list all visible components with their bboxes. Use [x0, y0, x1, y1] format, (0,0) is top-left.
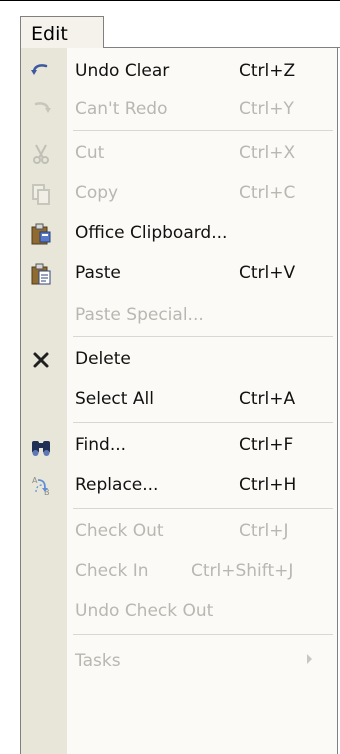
menu-item-undo-check-out[interactable]: Undo Check Out	[21, 594, 337, 630]
separator	[73, 508, 333, 509]
edit-menu-button[interactable]: Edit	[20, 16, 104, 48]
undo-clear-label: Undo Clear	[75, 61, 170, 81]
menu-item-paste-special[interactable]: Paste Special...	[21, 298, 337, 334]
check-out-label: Check Out	[75, 521, 164, 541]
paste-shortcut: Ctrl+V	[239, 263, 296, 283]
separator	[73, 422, 333, 423]
undo-icon	[26, 58, 56, 86]
find-shortcut: Ctrl+F	[239, 435, 294, 455]
menu-item-paste[interactable]: Paste Ctrl+V	[21, 256, 337, 292]
replace-icon: A B	[26, 472, 56, 500]
cant-redo-label: Can't Redo	[75, 99, 168, 119]
cant-redo-shortcut: Ctrl+Y	[239, 99, 294, 119]
edit-dropdown-menu: Undo Clear Ctrl+Z Can't Redo Ctrl+Y Cut …	[20, 48, 338, 754]
cut-label: Cut	[75, 143, 105, 163]
menu-item-tasks[interactable]: Tasks	[21, 644, 337, 680]
paste-icon	[26, 260, 56, 288]
select-all-label: Select All	[75, 389, 154, 409]
menu-item-cut[interactable]: Cut Ctrl+X	[21, 136, 337, 172]
top-border	[0, 0, 340, 1]
copy-shortcut: Ctrl+C	[239, 183, 296, 203]
delete-x-icon	[26, 346, 56, 374]
menu-item-cant-redo[interactable]: Can't Redo Ctrl+Y	[21, 92, 337, 128]
replace-shortcut: Ctrl+H	[239, 475, 297, 495]
find-label: Find...	[75, 435, 127, 455]
tasks-label: Tasks	[75, 651, 121, 671]
check-in-shortcut: Ctrl+Shift+J	[191, 561, 294, 581]
menu-item-check-in[interactable]: Check In Ctrl+Shift+J	[21, 554, 337, 590]
select-all-shortcut: Ctrl+A	[239, 389, 296, 409]
redo-icon	[26, 96, 56, 124]
cut-shortcut: Ctrl+X	[239, 143, 296, 163]
separator	[73, 634, 333, 635]
menu-item-replace[interactable]: A B Replace... Ctrl+H	[21, 468, 337, 504]
menu-item-undo-clear[interactable]: Undo Clear Ctrl+Z	[21, 54, 337, 90]
check-in-label: Check In	[75, 561, 149, 581]
copy-label: Copy	[75, 183, 119, 203]
menu-item-office-clipboard[interactable]: Office Clipboard...	[21, 216, 337, 252]
binoculars-icon	[26, 432, 56, 460]
menu-item-copy[interactable]: Copy Ctrl+C	[21, 176, 337, 212]
office-clipboard-label: Office Clipboard...	[75, 223, 228, 243]
undo-clear-shortcut: Ctrl+Z	[239, 61, 296, 81]
menu-item-select-all[interactable]: Select All Ctrl+A	[21, 382, 337, 418]
separator	[73, 130, 333, 131]
paste-label: Paste	[75, 263, 121, 283]
menu-item-check-out[interactable]: Check Out Ctrl+J	[21, 514, 337, 550]
scissors-icon	[26, 140, 56, 168]
undo-check-out-label: Undo Check Out	[75, 601, 214, 621]
separator	[73, 336, 333, 337]
menu-bar-background	[102, 16, 340, 48]
menu-item-find[interactable]: Find... Ctrl+F	[21, 428, 337, 464]
replace-label: Replace...	[75, 475, 159, 495]
svg-text:A: A	[32, 476, 38, 485]
submenu-arrow-icon	[307, 654, 312, 664]
menu-item-delete[interactable]: Delete	[21, 342, 337, 378]
edit-menu-screenshot: Edit Undo Clear Ctrl+Z Can't Redo Ctrl+Y…	[0, 0, 340, 754]
check-out-shortcut: Ctrl+J	[239, 521, 289, 541]
delete-label: Delete	[75, 349, 131, 369]
office-clipboard-icon	[26, 220, 56, 248]
edit-menu-label: Edit	[31, 23, 68, 45]
copy-icon	[26, 180, 56, 208]
paste-special-label: Paste Special...	[75, 305, 204, 325]
